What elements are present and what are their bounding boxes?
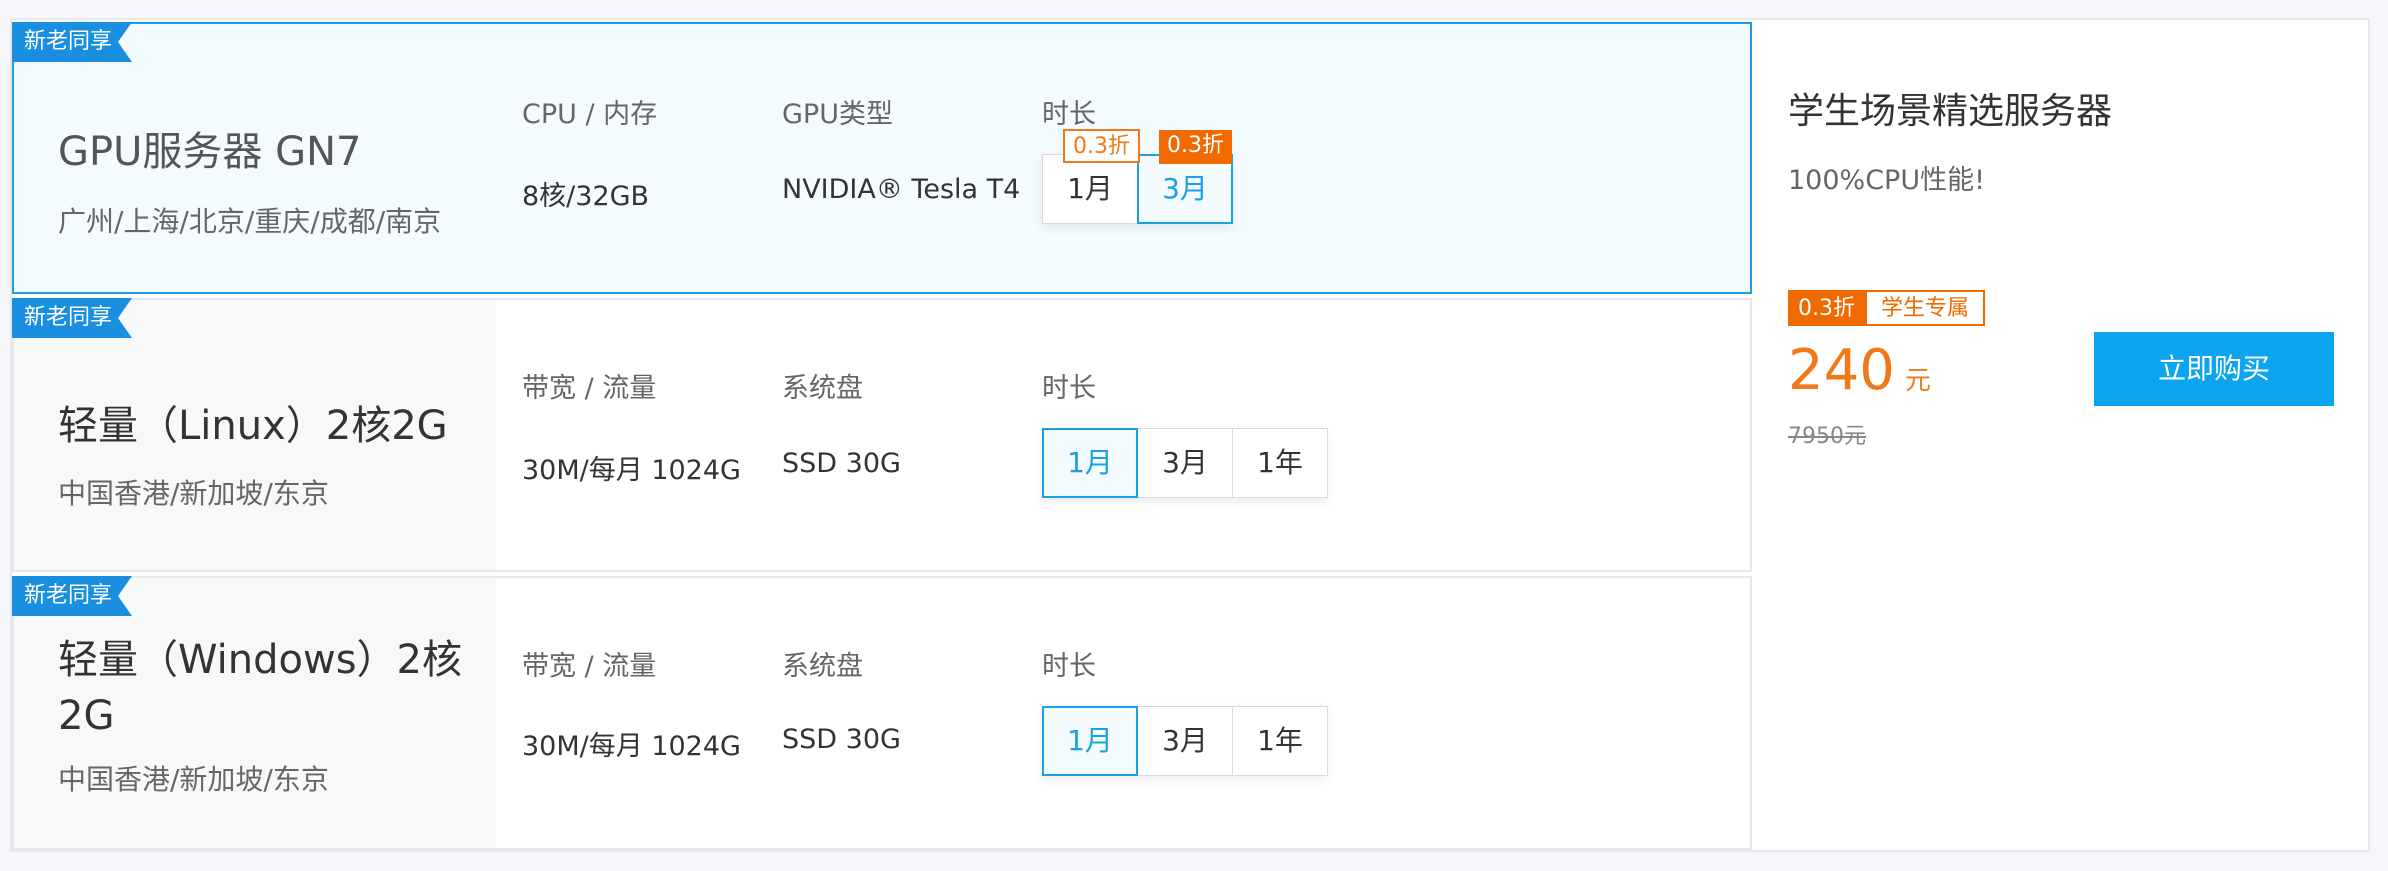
product-regions: 中国香港/新加坡/东京 <box>58 763 329 796</box>
product-regions: 广州/上海/北京/重庆/成都/南京 <box>58 205 442 238</box>
duration-option-label: 3月 <box>1162 172 1208 205</box>
promo-title: 学生场景精选服务器 <box>1788 91 2113 132</box>
product-title: 轻量（Windows）2核2G <box>58 637 463 739</box>
spec1-label: 带宽 / 流量 <box>522 373 657 404</box>
duration-selector: 1月 3月 1年 <box>1042 706 1328 776</box>
spec1-label: 带宽 / 流量 <box>522 651 657 682</box>
product-list: 新老同享 GPU服务器 GN7 广州/上海/北京/重庆/成都/南京 CPU / … <box>12 20 1752 850</box>
duration-option-label: 1年 <box>1257 724 1303 757</box>
price-amount: 240 <box>1788 338 1895 403</box>
spec2-column: GPU类型 <box>782 92 893 131</box>
price-unit: 元 <box>1904 366 1931 396</box>
duration-option-label: 3月 <box>1162 724 1208 757</box>
duration-option-3m[interactable]: 3月 <box>1137 706 1233 776</box>
spec1-column: 带宽 / 流量 <box>522 644 656 683</box>
duration-option-label: 1月 <box>1067 172 1113 205</box>
duration-column: 时长 <box>1042 92 1096 131</box>
spec1-column: 带宽 / 流量 <box>522 366 656 405</box>
duration-label: 时长 <box>1042 99 1096 130</box>
promo-discount-tag: 0.3折 <box>1788 290 1865 326</box>
spec2-label: 系统盘 <box>782 373 863 404</box>
duration-option-1y[interactable]: 1年 <box>1232 428 1328 498</box>
spec2-value: SSD 30G <box>782 448 901 479</box>
product-regions: 中国香港/新加坡/东京 <box>58 477 329 510</box>
spec2-value: NVIDIA® Tesla T4 <box>782 174 1021 205</box>
promo-tags: 0.3折 学生专属 <box>1788 290 1986 326</box>
shared-ribbon: 新老同享 <box>12 576 132 616</box>
duration-option-label: 1年 <box>1257 446 1303 479</box>
duration-option-1m[interactable]: 1月 <box>1042 428 1138 498</box>
spec2-label: GPU类型 <box>782 99 893 130</box>
shared-ribbon: 新老同享 <box>12 22 132 62</box>
duration-option-3m[interactable]: 3月 <box>1137 428 1233 498</box>
duration-selector: 1月 0.3折 3月 0.3折 <box>1042 129 1233 224</box>
product-card-gpu[interactable]: 新老同享 GPU服务器 GN7 广州/上海/北京/重庆/成都/南京 CPU / … <box>12 22 1752 294</box>
promo-panel: 学生场景精选服务器 100%CPU性能! 0.3折 学生专属 240 元 7950… <box>1752 20 2368 850</box>
spec1-value: 30M/每月 1024G <box>522 731 741 762</box>
buy-now-button[interactable]: 立即购买 <box>2094 332 2334 406</box>
duration-label: 时长 <box>1042 373 1096 404</box>
duration-option-1y[interactable]: 1年 <box>1232 706 1328 776</box>
promo-subtitle: 100%CPU性能! <box>1788 165 1985 196</box>
duration-option-3m[interactable]: 3月 0.3折 <box>1137 130 1233 224</box>
spec1-value: 8核/32GB <box>522 181 650 212</box>
duration-column: 时长 <box>1042 366 1096 405</box>
spec1-label: CPU / 内存 <box>522 99 658 130</box>
promo-price: 240 元 <box>1788 338 1931 403</box>
duration-option-1m[interactable]: 1月 <box>1042 706 1138 776</box>
duration-column: 时长 <box>1042 644 1096 683</box>
shared-ribbon: 新老同享 <box>12 298 132 338</box>
duration-option-label: 1月 <box>1067 724 1113 757</box>
duration-label: 时长 <box>1042 651 1096 682</box>
spec2-column: 系统盘 <box>782 644 863 683</box>
spec2-column: 系统盘 <box>782 366 863 405</box>
spec2-value: SSD 30G <box>782 724 901 755</box>
spec1-column: CPU / 内存 <box>522 92 657 131</box>
product-card-windows[interactable]: 新老同享 轻量（Windows）2核2G 中国香港/新加坡/东京 带宽 / 流量… <box>12 576 1752 850</box>
duration-option-1m[interactable]: 1月 0.3折 <box>1042 129 1140 224</box>
product-title: GPU服务器 GN7 <box>58 129 362 175</box>
discount-tag: 0.3折 <box>1159 130 1232 164</box>
duration-option-label: 1月 <box>1067 446 1113 479</box>
duration-selector: 1月 3月 1年 <box>1042 428 1328 498</box>
product-title: 轻量（Linux）2核2G <box>58 403 448 449</box>
spec1-value: 30M/每月 1024G <box>522 455 741 486</box>
spec2-label: 系统盘 <box>782 651 863 682</box>
product-card-linux[interactable]: 新老同享 轻量（Linux）2核2G 中国香港/新加坡/东京 带宽 / 流量 3… <box>12 298 1752 572</box>
original-price: 7950元 <box>1788 424 1866 449</box>
duration-option-label: 3月 <box>1162 446 1208 479</box>
discount-tag: 0.3折 <box>1063 129 1140 163</box>
promo-audience-tag: 学生专属 <box>1865 290 1986 326</box>
